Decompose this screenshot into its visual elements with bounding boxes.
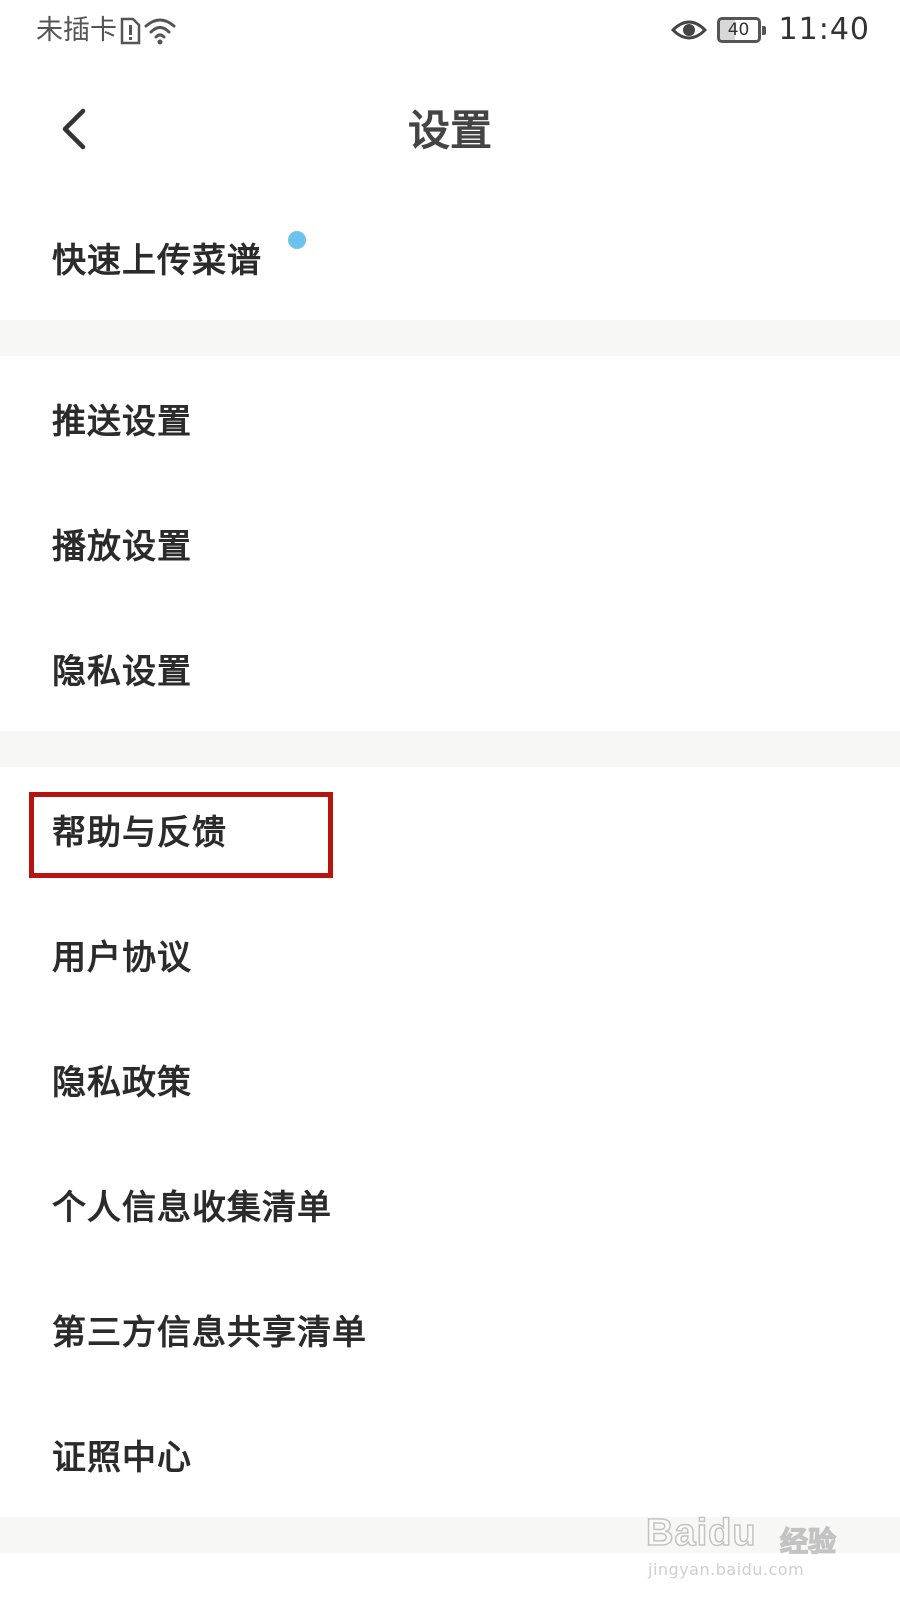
settings-group-upload: 快速上传菜谱 [0, 195, 900, 320]
status-bar: 未插卡 40 11:40 [0, 0, 900, 64]
carrier-status: 未插卡 [36, 14, 177, 48]
group-divider [0, 731, 900, 767]
settings-item-label: 用户协议 [52, 938, 192, 978]
carrier-label: 未插卡 [36, 15, 117, 46]
settings-item-label: 证照中心 [52, 1438, 192, 1478]
settings-item-push[interactable]: 推送设置 [0, 356, 900, 481]
watermark-suffix: 经验 [779, 1524, 837, 1558]
clock: 11:40 [778, 12, 870, 47]
settings-item-label: 推送设置 [52, 402, 192, 442]
settings-item-label: 播放设置 [52, 527, 192, 567]
status-icons: 40 11:40 [670, 12, 870, 47]
settings-item-privacy[interactable]: 隐私设置 [0, 606, 900, 731]
settings-item-label: 快速上传菜谱 [52, 241, 262, 281]
page-title: 设置 [407, 106, 492, 155]
settings-item-label: 第三方信息共享清单 [52, 1313, 367, 1353]
watermark-brand: Baidu [645, 1511, 757, 1555]
baidu-watermark: Baidu 经验 jingyan.baidu.com [645, 1506, 856, 1586]
battery-level: 40 [727, 19, 750, 40]
settings-item-playback[interactable]: 播放设置 [0, 481, 900, 606]
wifi-icon [144, 18, 176, 45]
settings-item-third-party-sharing[interactable]: 第三方信息共享清单 [0, 1267, 900, 1392]
sim-alert-icon [120, 17, 141, 45]
settings-item-personal-info-list[interactable]: 个人信息收集清单 [0, 1142, 900, 1267]
settings-item-label: 隐私政策 [52, 1063, 192, 1103]
eye-icon [670, 20, 707, 39]
settings-group-legal: 帮助与反馈 用户协议 隐私政策 个人信息收集清单 第三方信息共享清单 证照中心 [0, 767, 900, 1517]
settings-group-preferences: 推送设置 播放设置 隐私设置 [0, 356, 900, 731]
settings-item-label: 个人信息收集清单 [52, 1188, 332, 1228]
new-badge-dot [288, 231, 306, 249]
battery-icon: 40 [716, 16, 766, 43]
settings-item-user-agreement[interactable]: 用户协议 [0, 892, 900, 1017]
settings-item-privacy-policy[interactable]: 隐私政策 [0, 1017, 900, 1142]
nav-bar: 设置 [0, 64, 900, 202]
highlight-annotation [29, 792, 333, 878]
settings-item-label: 隐私设置 [52, 652, 192, 692]
settings-item-quick-upload[interactable]: 快速上传菜谱 [0, 195, 900, 320]
watermark-url: jingyan.baidu.com [648, 1560, 805, 1579]
settings-item-license-center[interactable]: 证照中心 [0, 1392, 900, 1517]
group-divider [0, 320, 900, 356]
